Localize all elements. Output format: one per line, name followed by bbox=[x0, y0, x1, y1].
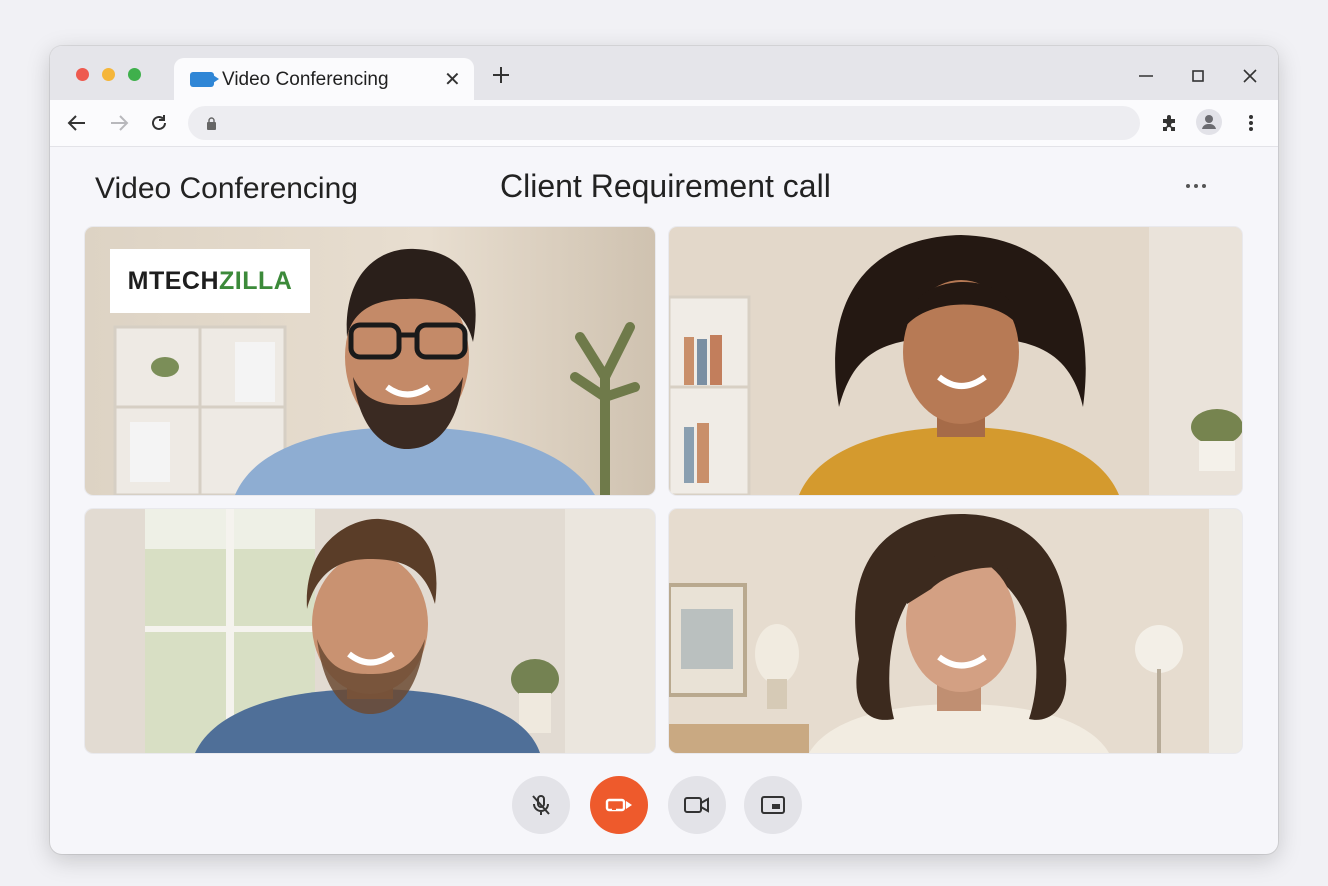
participant-video-3 bbox=[85, 509, 655, 753]
maximize-window-dot[interactable] bbox=[128, 68, 141, 81]
maximize-icon[interactable] bbox=[1188, 66, 1208, 86]
url-input[interactable] bbox=[188, 106, 1140, 140]
kebab-menu-icon[interactable] bbox=[1238, 110, 1264, 136]
minimize-window-dot[interactable] bbox=[102, 68, 115, 81]
camera-toggle-button[interactable] bbox=[668, 776, 726, 834]
video-camera-icon bbox=[684, 797, 709, 813]
close-icon[interactable] bbox=[1240, 66, 1260, 86]
browser-window: Video Conferencing ✕ Video Conferencing … bbox=[50, 46, 1278, 854]
microphone-off-icon bbox=[532, 795, 550, 815]
video-camera-favicon-icon bbox=[190, 72, 219, 87]
participant-video-2 bbox=[669, 227, 1242, 495]
forward-arrow-icon[interactable] bbox=[108, 112, 130, 134]
screen-share-button[interactable] bbox=[744, 776, 802, 834]
more-options-icon[interactable] bbox=[1182, 174, 1210, 198]
person-icon bbox=[1202, 115, 1216, 129]
tab-close-icon[interactable]: ✕ bbox=[444, 67, 461, 92]
mute-microphone-button[interactable] bbox=[512, 776, 570, 834]
back-arrow-icon[interactable] bbox=[66, 112, 88, 134]
participant-video-tile-4[interactable] bbox=[669, 509, 1242, 753]
participant-video-tile-3[interactable] bbox=[85, 509, 655, 753]
lock-icon bbox=[207, 117, 216, 130]
tab-strip: Video Conferencing ✕ bbox=[50, 46, 1278, 100]
address-bar bbox=[50, 100, 1278, 147]
screen-share-icon bbox=[761, 796, 785, 814]
participant-video-4 bbox=[669, 509, 1242, 753]
tab-title: Video Conferencing bbox=[222, 69, 389, 90]
call-title: Client Requirement call bbox=[500, 168, 831, 204]
company-logo: MTECH ZILLA bbox=[110, 249, 310, 313]
minimize-icon[interactable] bbox=[1136, 66, 1156, 86]
participant-video-tile-1[interactable]: MTECH ZILLA bbox=[85, 227, 655, 495]
participant-video-tile-2[interactable] bbox=[669, 227, 1242, 495]
app-title: Video Conferencing bbox=[95, 172, 358, 205]
profile-avatar[interactable] bbox=[1196, 109, 1222, 135]
new-tab-icon[interactable] bbox=[490, 64, 512, 86]
end-call-button[interactable] bbox=[590, 776, 648, 834]
extensions-icon[interactable] bbox=[1156, 110, 1182, 136]
end-call-icon bbox=[605, 798, 632, 812]
tab-video-conferencing[interactable]: Video Conferencing ✕ bbox=[174, 58, 474, 100]
reload-icon[interactable] bbox=[148, 112, 170, 134]
close-window-dot[interactable] bbox=[76, 68, 89, 81]
